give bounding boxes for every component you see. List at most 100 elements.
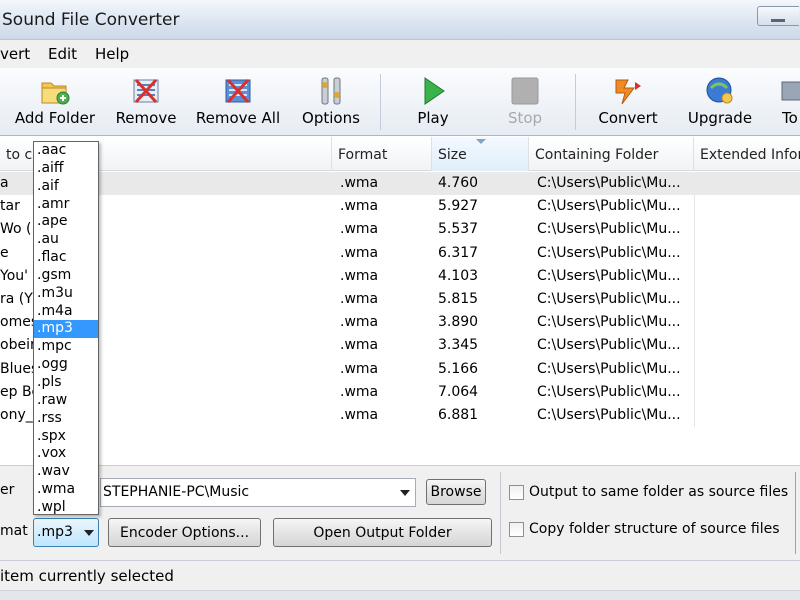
header-size-label: Size [438, 147, 467, 163]
menu-help[interactable]: Help [95, 45, 129, 63]
table-row[interactable]: ep Be .wma 7.064 C:\Users\Public\Mu... [0, 381, 800, 404]
convert-icon [615, 79, 641, 105]
upgrade-label: Upgrade [687, 109, 753, 127]
upgrade-icon [706, 77, 733, 104]
remove-all-button[interactable]: Remove All [192, 68, 284, 134]
format-cell: .wma [340, 290, 379, 307]
options-button[interactable]: Options [296, 68, 366, 134]
format-option[interactable]: .wpl [34, 499, 98, 517]
format-option[interactable]: .aiff [34, 160, 98, 178]
size-cell: 3.345 [438, 337, 479, 354]
same-folder-checkbox[interactable] [509, 485, 524, 500]
format-dropdown-list[interactable]: .aac .aiff .aif .amr .ape .au .flac .gsm .m3u .m4… [33, 141, 99, 515]
same-folder-label: Output to same folder as source files [529, 484, 789, 500]
toolbar-separator [380, 74, 381, 130]
toolbar-separator [575, 74, 576, 130]
format-option[interactable]: .aif [34, 178, 98, 196]
header-containing-folder[interactable]: Containing Folder [529, 137, 694, 171]
menu-edit[interactable]: Edit [48, 45, 77, 63]
format-option[interactable]: .mpc [34, 338, 98, 356]
format-option[interactable]: .au [34, 231, 98, 249]
format-option[interactable]: .wma [34, 481, 98, 499]
format-option[interactable]: .rss [34, 410, 98, 428]
table-row[interactable]: obeir .wma 3.345 C:\Users\Public\Mu... [0, 334, 800, 357]
title-bar: Sound File Converter [0, 0, 800, 40]
tools-button[interactable]: To [772, 68, 800, 134]
folder-cell: C:\Users\Public\Mu... [537, 314, 681, 331]
size-cell: 3.890 [438, 314, 479, 331]
header-extended-info[interactable]: Extended Infor [694, 137, 800, 171]
options-icon [321, 77, 341, 105]
folder-cell: C:\Users\Public\Mu... [537, 267, 681, 284]
file-list[interactable]: to co Format Size Containing Folder Exte… [0, 137, 800, 464]
folder-cell: C:\Users\Public\Mu... [537, 221, 681, 238]
format-option[interactable]: .m4a [34, 303, 98, 321]
folder-cell: C:\Users\Public\Mu... [537, 290, 681, 307]
format-option[interactable]: .aac [34, 142, 98, 160]
encoder-options-button[interactable]: Encoder Options... [108, 518, 261, 547]
minimize-button[interactable] [757, 6, 799, 26]
browse-button[interactable]: Browse [426, 479, 486, 505]
table-row[interactable]: Wo (.wma 5.537 C:\Users\Public\Mu... [0, 218, 800, 241]
size-cell: 5.815 [438, 290, 479, 307]
play-icon [424, 77, 445, 105]
format-option[interactable]: .vox [34, 445, 98, 463]
format-option[interactable]: .ogg [34, 356, 98, 374]
table-row[interactable]: Blues .wma 5.166 C:\Users\Public\Mu... [0, 358, 800, 381]
format-option[interactable]: .wav [34, 463, 98, 481]
format-option[interactable]: .spx [34, 428, 98, 446]
tools-icon [781, 81, 800, 101]
remove-icon [133, 78, 159, 104]
format-option[interactable]: .amr [34, 196, 98, 214]
folder-cell: C:\Users\Public\Mu... [537, 383, 681, 400]
chevron-down-icon [84, 530, 94, 536]
open-output-folder-button[interactable]: Open Output Folder [273, 518, 492, 547]
format-cell: .wma [340, 360, 379, 377]
play-button[interactable]: Play [398, 68, 468, 134]
format-option[interactable]: .raw [34, 392, 98, 410]
folder-cell: C:\Users\Public\Mu... [537, 244, 681, 261]
format-option[interactable]: .ape [34, 213, 98, 231]
size-cell: 5.537 [438, 221, 479, 238]
window-title: Sound File Converter [2, 10, 180, 30]
table-row[interactable]: ra (Y .wma 5.815 C:\Users\Public\Mu... [0, 288, 800, 311]
upgrade-button[interactable]: Upgrade [684, 68, 756, 134]
table-row[interactable]: omes .wma 3.890 C:\Users\Public\Mu... [0, 311, 800, 334]
folder-cell: C:\Users\Public\Mu... [537, 175, 681, 191]
output-folder-combo[interactable]: STEPHANIE-PC\Music [100, 478, 416, 507]
minimize-icon [771, 19, 785, 22]
format-cell: .wma [340, 221, 379, 238]
size-cell: 4.760 [438, 175, 479, 191]
size-cell: 4.103 [438, 267, 479, 284]
header-size[interactable]: Size [432, 137, 529, 171]
format-option[interactable]: .pls [34, 374, 98, 392]
remove-all-label: Remove All [195, 109, 281, 127]
menu-convert[interactable]: vert [0, 45, 30, 63]
format-option[interactable]: .mp3 [34, 320, 98, 339]
add-folder-button[interactable]: Add Folder [10, 68, 100, 134]
format-option[interactable]: .flac [34, 249, 98, 267]
table-row[interactable]: e .wma 6.317 C:\Users\Public\Mu... [0, 242, 800, 265]
table-row[interactable]: a .wma 4.760 C:\Users\Public\Mu... [0, 172, 800, 196]
format-option[interactable]: .gsm [34, 267, 98, 285]
table-row[interactable]: You' .wma 4.103 C:\Users\Public\Mu... [0, 265, 800, 288]
panel-separator [795, 472, 800, 554]
add-folder-icon [41, 82, 70, 105]
table-row[interactable]: ony_N .wma 6.881 C:\Users\Public\Mu... [0, 404, 800, 427]
menu-bar: vert Edit Help [0, 40, 800, 68]
sort-arrow-icon [476, 139, 486, 144]
copy-structure-checkbox[interactable] [509, 522, 524, 537]
format-cell: .wma [340, 337, 379, 354]
format-combo[interactable]: .mp3 [33, 518, 99, 547]
size-cell: 6.317 [438, 244, 479, 261]
format-option[interactable]: .m3u [34, 285, 98, 303]
table-row[interactable]: tar .wma 5.927 C:\Users\Public\Mu... [0, 195, 800, 218]
format-cell: .wma [340, 383, 379, 400]
folder-cell: C:\Users\Public\Mu... [537, 406, 681, 423]
convert-button[interactable]: Convert [592, 68, 664, 134]
stop-button[interactable]: Stop [490, 68, 560, 134]
header-format[interactable]: Format [332, 137, 432, 171]
list-rows: a .wma 4.760 C:\Users\Public\Mu... tar .wma 5.… [0, 172, 800, 427]
remove-button[interactable]: Remove [110, 68, 182, 134]
format-cell: .wma [340, 198, 379, 215]
